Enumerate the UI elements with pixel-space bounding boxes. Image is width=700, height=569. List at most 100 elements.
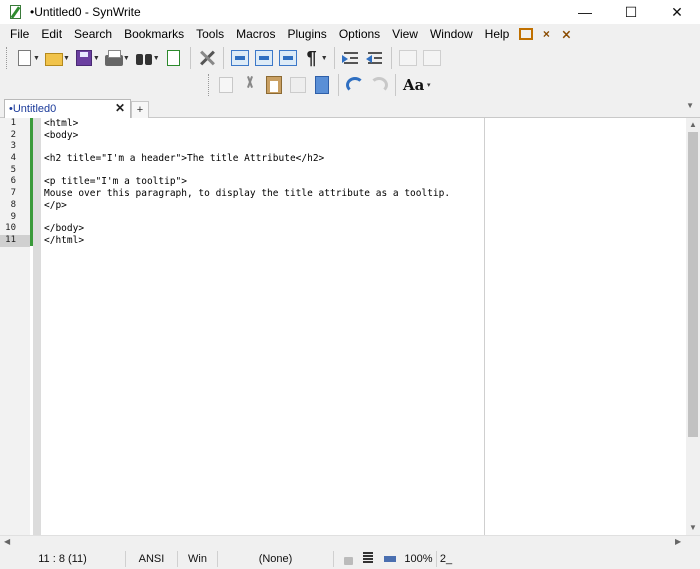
scroll-right-icon[interactable]: ▶: [675, 537, 681, 546]
tab-close-icon[interactable]: ✕: [115, 101, 125, 115]
code-line[interactable]: [44, 141, 484, 153]
unindent-button[interactable]: [363, 46, 387, 70]
code-line[interactable]: <html>: [44, 118, 484, 130]
code-editor[interactable]: 1 2 3 4 5 6 7 8 9 10 11 <html> <body> <h…: [0, 118, 700, 535]
code-line[interactable]: <h2 title="I'm a header">The title Attri…: [44, 153, 484, 165]
line-number: 7: [10, 188, 16, 199]
print-icon: [104, 49, 123, 66]
menu-plugins[interactable]: Plugins: [281, 24, 332, 44]
save-icon: [75, 50, 92, 66]
new-tab-button[interactable]: +: [131, 101, 149, 118]
menu-window[interactable]: Window: [424, 24, 479, 44]
window-title: •Untitled0 - SynWrite: [30, 5, 141, 19]
block-left-icon: [398, 50, 417, 66]
caret-position[interactable]: 11 : 8 (11): [0, 551, 126, 567]
jump-back-button[interactable]: [228, 46, 252, 70]
line-number: 6: [10, 176, 16, 187]
block-right-icon: [422, 50, 441, 66]
toolbar-grip[interactable]: [208, 74, 211, 96]
cut-icon: [242, 76, 258, 94]
block-right-button[interactable]: [420, 46, 444, 70]
toolbar-separator: [222, 47, 224, 69]
close-button[interactable]: ✕: [654, 0, 700, 24]
pilcrow-icon: ¶: [306, 48, 317, 68]
zoom-status[interactable]: 100%: [401, 551, 437, 567]
lexer-status[interactable]: (None): [218, 551, 334, 567]
right-margin-line: [484, 118, 485, 535]
code-line[interactable]: </p>: [44, 200, 484, 212]
vertical-scrollbar[interactable]: ▲ ▼: [686, 118, 700, 535]
code-line[interactable]: Mouse over this paragraph, to display th…: [44, 188, 484, 200]
preview-button[interactable]: [162, 46, 186, 70]
maximize-button[interactable]: ☐: [608, 0, 654, 24]
menu-view[interactable]: View: [386, 24, 424, 44]
menu-tools[interactable]: Tools: [190, 24, 230, 44]
menu-bookmarks[interactable]: Bookmarks: [118, 24, 190, 44]
line-number: 9: [10, 211, 16, 222]
tab-bar: •Untitled0 ✕ + ▼: [0, 98, 700, 118]
indent-button[interactable]: [339, 46, 363, 70]
menu-file[interactable]: File: [4, 24, 35, 44]
delete-button[interactable]: [286, 73, 310, 97]
restore-doc-icon[interactable]: [517, 25, 535, 43]
tabs-menu-icon[interactable]: ▼: [686, 101, 694, 110]
menu-macros[interactable]: Macros: [230, 24, 281, 44]
encoding-status[interactable]: ANSI: [126, 551, 178, 567]
menu-help[interactable]: Help: [479, 24, 516, 44]
redo-button[interactable]: [367, 73, 391, 97]
code-line[interactable]: <p title="I'm a tooltip">: [44, 176, 484, 188]
font-icon: Aa: [403, 76, 425, 94]
code-line[interactable]: [44, 165, 484, 177]
readonly-lock-icon[interactable]: [344, 557, 353, 565]
tools-icon: [198, 49, 216, 67]
cut-button[interactable]: [238, 73, 262, 97]
line-number: 2: [10, 129, 16, 140]
show-nonprinting-button[interactable]: ¶: [300, 46, 324, 70]
line-ending-status[interactable]: Win: [178, 551, 218, 567]
toolbar-separator: [390, 47, 392, 69]
scroll-left-icon[interactable]: ◀: [4, 537, 10, 546]
code-line[interactable]: </html>: [44, 235, 484, 247]
paste-button[interactable]: [262, 73, 286, 97]
jump-forward-button[interactable]: [276, 46, 300, 70]
save-button[interactable]: [72, 46, 96, 70]
toolbar-grip[interactable]: [6, 47, 9, 69]
block-left-button[interactable]: [396, 46, 420, 70]
line-number: 8: [10, 199, 16, 210]
scroll-up-icon[interactable]: ▲: [689, 120, 697, 129]
tab-untitled0[interactable]: •Untitled0 ✕: [4, 99, 131, 118]
undo-button[interactable]: [343, 73, 367, 97]
code-line[interactable]: <body>: [44, 130, 484, 142]
open-folder-icon: [44, 53, 63, 66]
fold-margin[interactable]: [33, 118, 41, 535]
find-button[interactable]: [132, 46, 156, 70]
code-line[interactable]: </body>: [44, 223, 484, 235]
pin-doc-icon[interactable]: ⨯: [557, 25, 575, 43]
word-wrap-icon[interactable]: [383, 552, 397, 566]
menu-options[interactable]: Options: [333, 24, 386, 44]
vertical-scroll-thumb[interactable]: [688, 132, 698, 437]
code-text[interactable]: <html> <body> <h2 title="I'm a header">T…: [44, 118, 484, 247]
line-number-current: 11: [0, 234, 30, 247]
scroll-down-icon[interactable]: ▼: [689, 523, 697, 532]
open-file-button[interactable]: [42, 46, 66, 70]
selection-mode-icon[interactable]: [361, 552, 375, 566]
copy-button[interactable]: [214, 73, 238, 97]
jump-down-button[interactable]: [252, 46, 276, 70]
tools-button[interactable]: [195, 46, 219, 70]
toolbar-separator: [189, 47, 191, 69]
new-file-button[interactable]: [12, 46, 36, 70]
font-button[interactable]: Aa: [400, 73, 430, 97]
clipboard-icon: [315, 76, 329, 94]
menu-edit[interactable]: Edit: [35, 24, 68, 44]
print-button[interactable]: [102, 46, 126, 70]
code-line[interactable]: [44, 212, 484, 224]
line-number: 10: [5, 223, 16, 234]
horizontal-scrollbar[interactable]: ◀ ▶: [0, 535, 700, 549]
edit-toolbar: Aa ▾: [208, 71, 433, 99]
menu-search[interactable]: Search: [68, 24, 118, 44]
minimize-button[interactable]: —: [562, 0, 608, 24]
close-doc-icon[interactable]: ×: [537, 25, 555, 43]
extra-status: 2_: [439, 553, 453, 565]
clipboard-button[interactable]: [310, 73, 334, 97]
